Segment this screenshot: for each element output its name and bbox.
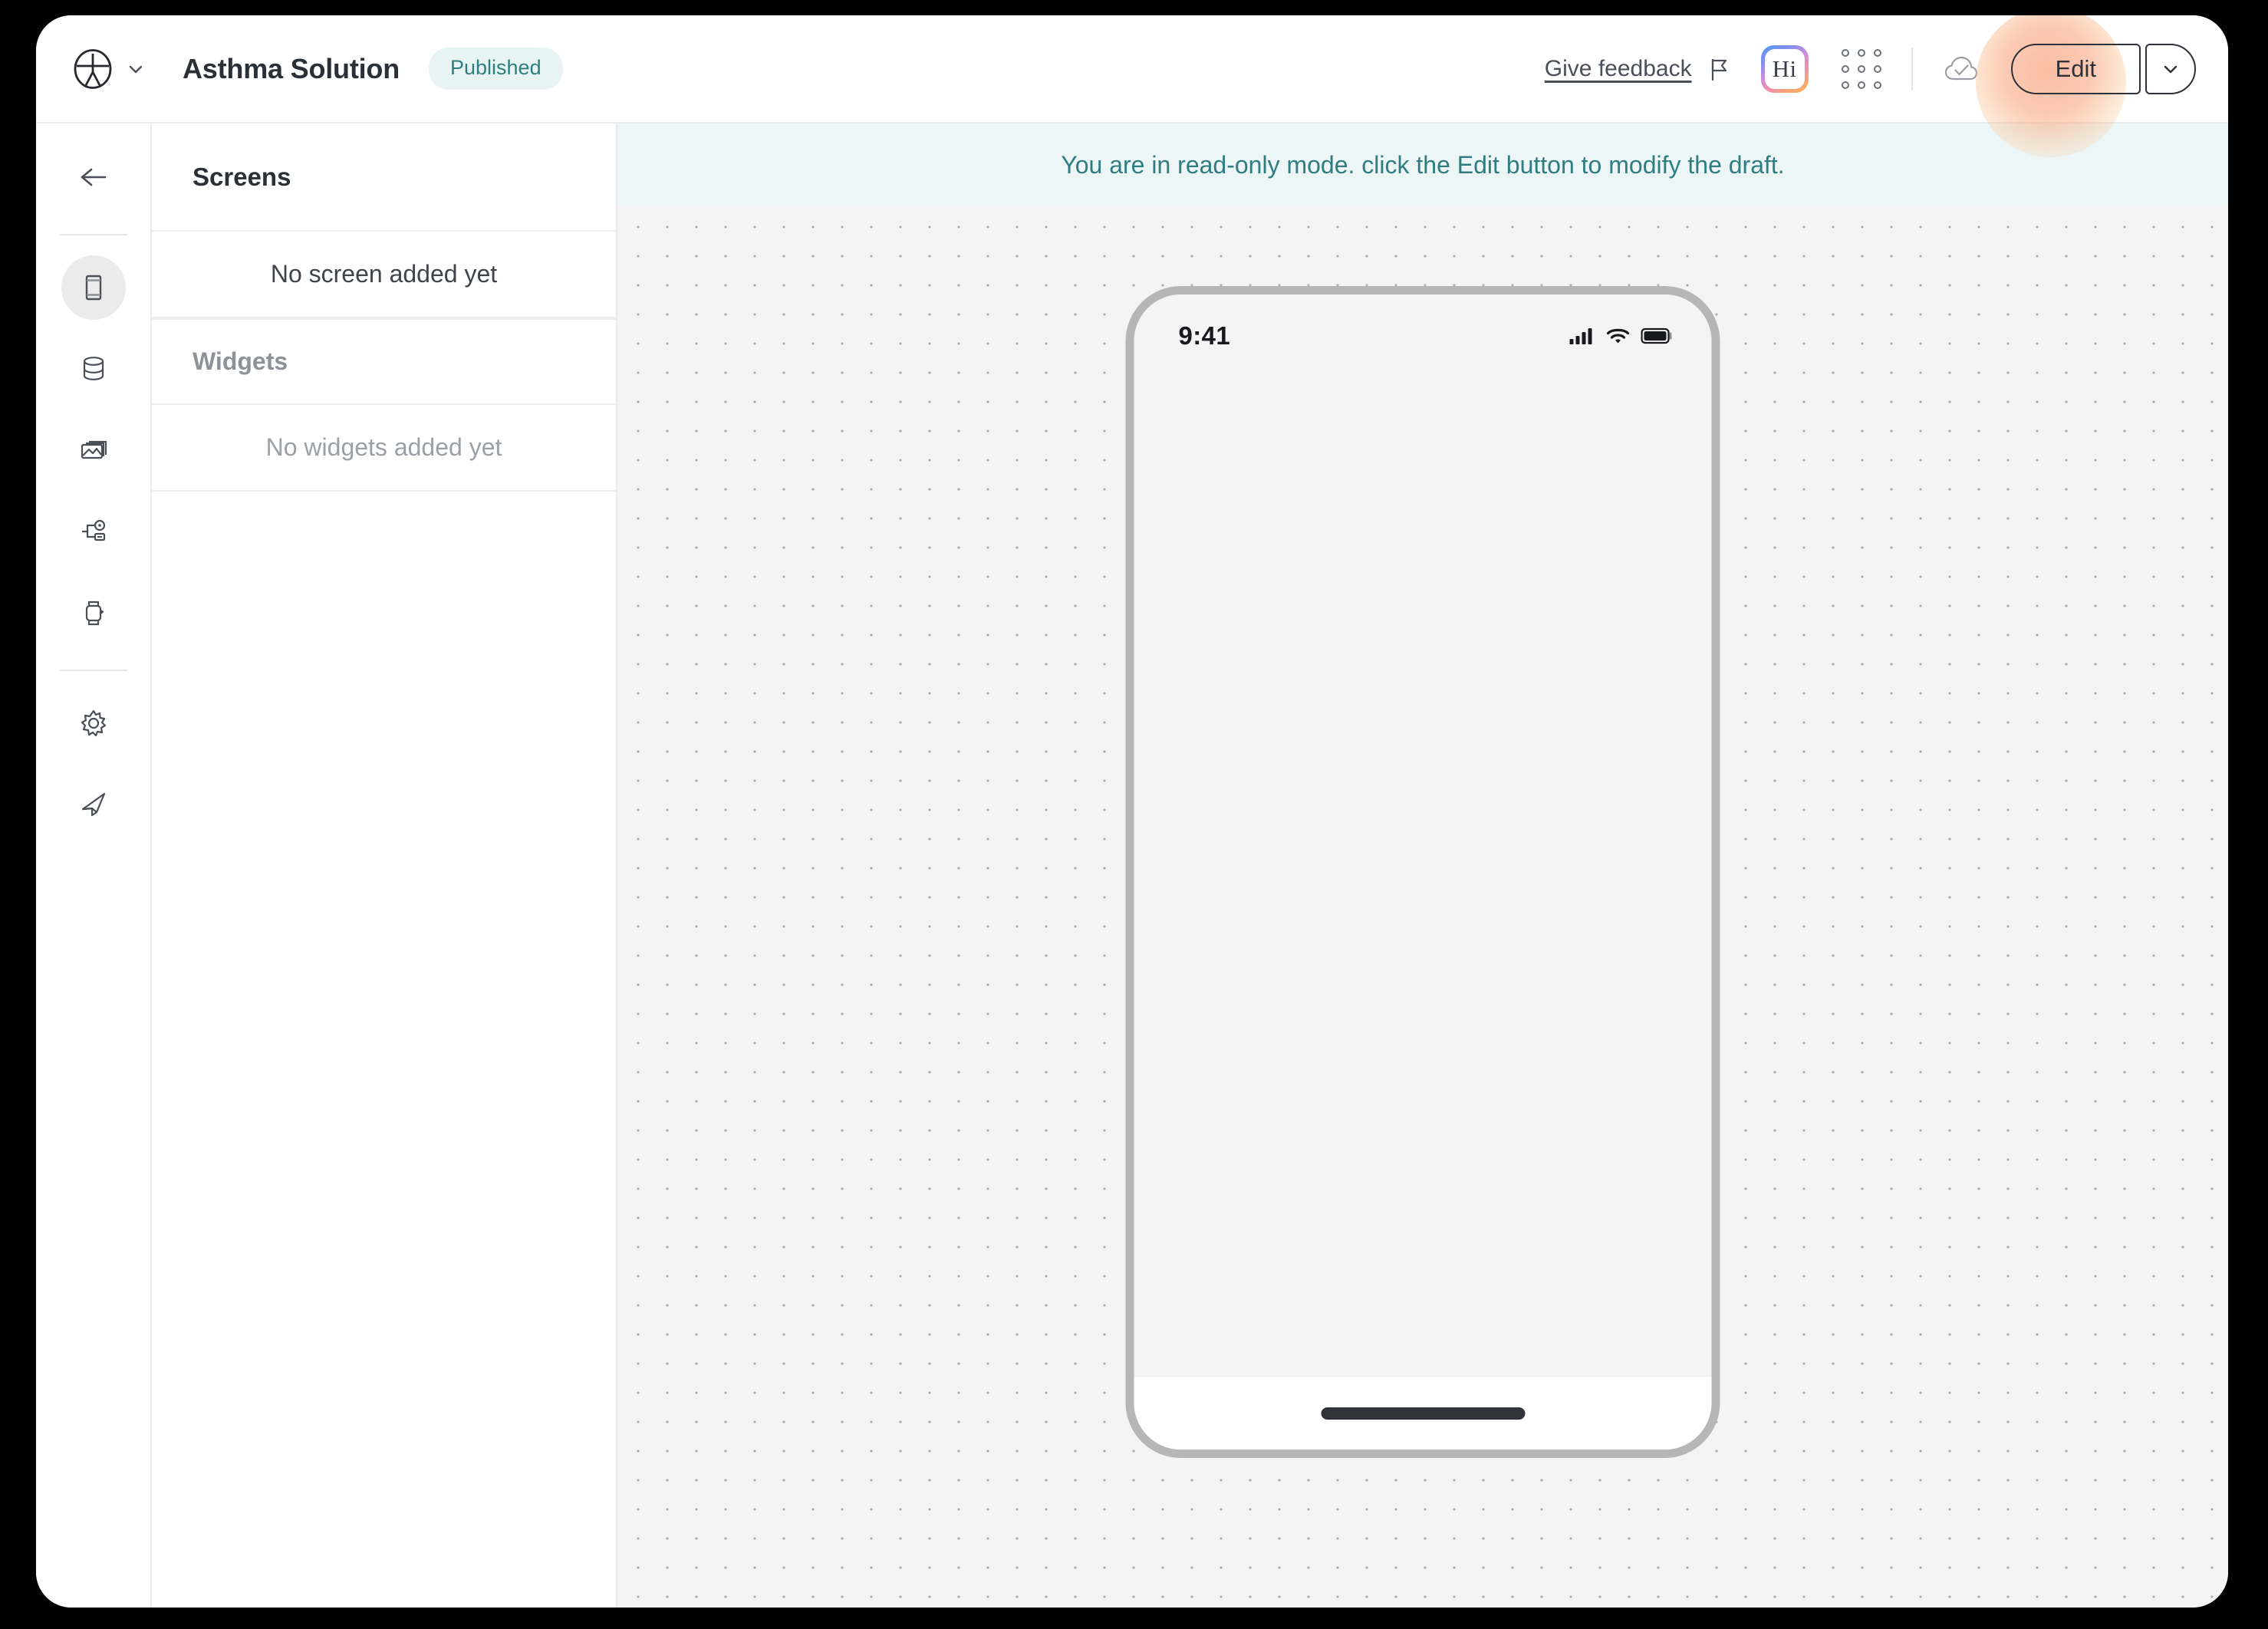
grid-dot — [1873, 81, 1881, 89]
rail-divider — [59, 234, 127, 235]
screens-header: Screens — [152, 123, 616, 232]
phone-time: 9:41 — [1178, 321, 1231, 350]
image-gallery-icon — [81, 440, 107, 459]
flag-icon[interactable] — [1706, 56, 1732, 82]
ai-assistant-hi-icon[interactable]: Hi — [1760, 44, 1809, 93]
grid-dot — [1857, 48, 1865, 57]
back-button[interactable] — [61, 145, 126, 209]
brand-group[interactable] — [73, 48, 146, 89]
grid-dot — [1873, 48, 1881, 57]
circle-person-logo-icon — [74, 48, 112, 89]
phone-preview-frame[interactable]: 9:41 — [1125, 286, 1720, 1458]
icon-rail — [36, 123, 152, 1608]
arrow-left-icon — [81, 168, 106, 186]
watch-icon — [85, 601, 104, 626]
grid-dot — [1857, 64, 1865, 73]
wifi-icon — [1606, 328, 1630, 344]
edit-button-group: Edit — [1975, 15, 2196, 157]
grid-dots-icon[interactable] — [1841, 48, 1882, 90]
widgets-empty-state: No widgets added yet — [152, 405, 616, 492]
readonly-banner: You are in read-only mode. click the Edi… — [617, 123, 2228, 206]
canvas-area: You are in read-only mode. click the Edi… — [617, 123, 2228, 1608]
grid-dot — [1841, 81, 1849, 89]
sidebar-item-wearables[interactable] — [61, 581, 126, 645]
grid-dot — [1873, 64, 1881, 73]
database-icon — [83, 357, 104, 380]
widgets-header: Widgets — [152, 318, 616, 405]
screens-panel: Screens No screen added yet Widgets No w… — [152, 123, 617, 1608]
chevron-down-icon[interactable] — [126, 59, 146, 79]
sidebar-item-screens[interactable] — [61, 255, 126, 320]
rail-divider — [59, 670, 127, 671]
app-window: Asthma Solution Published Give feedback … — [36, 15, 2228, 1608]
top-bar: Asthma Solution Published Give feedback … — [36, 15, 2228, 157]
home-indicator — [1321, 1407, 1525, 1420]
rocket-icon — [81, 792, 105, 817]
toolbar-right: Give feedback Hi Edit — [1545, 15, 2196, 157]
workflow-node-icon — [81, 519, 105, 541]
phone-home-area — [1134, 1376, 1712, 1450]
chevron-down-icon — [2164, 65, 2177, 73]
grid-dot — [1857, 81, 1865, 89]
screens-empty-state: No screen added yet — [152, 232, 616, 318]
battery-full-icon — [1641, 327, 1672, 344]
gear-icon — [81, 709, 106, 737]
phone-screen: 9:41 — [1134, 295, 1712, 1450]
sidebar-item-publish[interactable] — [61, 772, 126, 837]
sidebar-item-data[interactable] — [61, 337, 126, 401]
body-row: Screens No screen added yet Widgets No w… — [36, 123, 2228, 1608]
page-title: Asthma Solution — [183, 52, 400, 84]
design-canvas[interactable]: 9:41 — [617, 206, 2228, 1608]
edit-dropdown-button[interactable] — [2145, 43, 2196, 94]
toolbar-divider — [1911, 47, 1913, 90]
cloud-check-icon[interactable] — [1942, 50, 1980, 88]
phone-status-icons — [1569, 326, 1674, 346]
status-badge: Published — [429, 48, 563, 90]
mobile-screen-icon — [85, 275, 101, 301]
hi-badge-label: Hi — [1764, 48, 1805, 89]
sidebar-item-media[interactable] — [61, 418, 126, 482]
grid-dot — [1841, 64, 1849, 73]
cellular-signal-icon — [1569, 328, 1592, 344]
edit-button[interactable]: Edit — [2010, 43, 2141, 94]
sidebar-item-settings[interactable] — [61, 691, 126, 755]
sidebar-item-integrations[interactable] — [61, 499, 126, 564]
grid-dot — [1841, 48, 1849, 57]
give-feedback-link[interactable]: Give feedback — [1545, 56, 1692, 82]
phone-status-bar: 9:41 — [1134, 295, 1712, 368]
phone-content-area[interactable] — [1134, 368, 1712, 1376]
